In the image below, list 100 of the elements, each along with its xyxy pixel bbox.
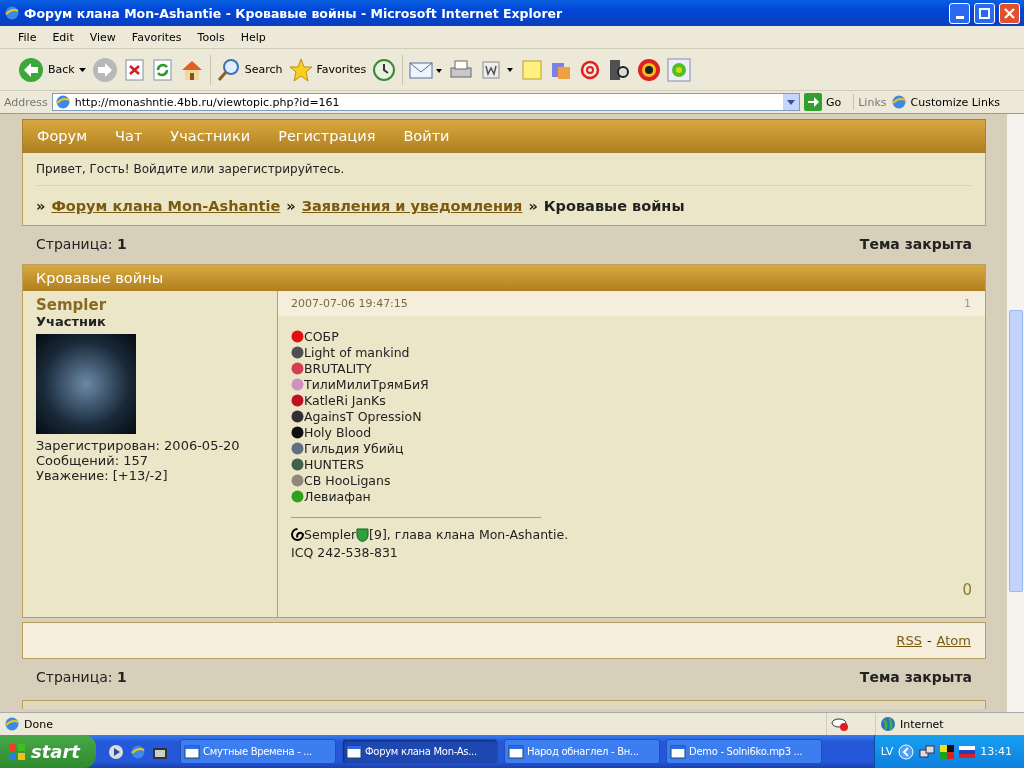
- clan-emblem-icon: [291, 377, 304, 391]
- flag-icon[interactable]: [959, 745, 976, 758]
- clan-name: ТилиМилиТрямБиЯ: [304, 376, 429, 392]
- clan-emblem-icon: [291, 393, 304, 407]
- chevron-icon[interactable]: [898, 743, 915, 760]
- clan-name: AgainsT OpressioN: [304, 408, 422, 424]
- taskbar-button[interactable]: Народ обнаглел - Вн...: [504, 739, 660, 764]
- rss-link[interactable]: RSS: [896, 633, 922, 648]
- breadcrumb-separator: »: [286, 198, 296, 214]
- page-label: Страница:: [36, 669, 114, 685]
- icq-number: ICQ 242-538-831: [291, 545, 399, 560]
- page-number: 1: [116, 236, 127, 252]
- page-icon: [54, 94, 71, 110]
- breadcrumb-separator: »: [528, 198, 538, 214]
- menu-item[interactable]: Favorites: [123, 30, 190, 44]
- maximize-icon: [978, 6, 991, 20]
- breadcrumb-link[interactable]: Форум клана Mon-Ashantie: [51, 198, 281, 214]
- menu-item[interactable]: Help: [232, 30, 274, 44]
- scrollbar-thumb[interactable]: [1009, 310, 1023, 592]
- author-name[interactable]: Sempler: [36, 296, 264, 314]
- post-rating: 0: [962, 581, 972, 599]
- clan-emblem-icon: [291, 441, 304, 455]
- clan-name: СОБР: [304, 328, 339, 344]
- window-title: Форум клана Mon-Ashantie - Кровавые войны - Microsoft Internet Explorer: [24, 5, 564, 21]
- user-stat: Сообщений: 157: [36, 453, 149, 468]
- clan-name: Holy Blood: [304, 424, 372, 440]
- refresh-icon[interactable]: [151, 58, 174, 81]
- window-icon: [346, 743, 362, 760]
- favorites-button[interactable]: Favorites: [288, 57, 367, 82]
- greeting-text: Привет, Гость! Войдите или зарегистрируйтесь.: [36, 153, 972, 186]
- user-stat: Уважение: [+13/-2]: [36, 468, 169, 483]
- printer-icon[interactable]: [449, 58, 474, 81]
- window-icon: [184, 743, 200, 760]
- scrollbar[interactable]: [1007, 114, 1024, 713]
- casino-chip-icon[interactable]: [637, 57, 662, 82]
- go-button[interactable]: Go: [803, 93, 842, 111]
- post-date: 2007-07-06 19:47:15: [291, 297, 408, 310]
- address-field[interactable]: http://monashntie.4bb.ru/viewtopic.php?id=161: [51, 93, 800, 111]
- search-icon: [216, 57, 241, 82]
- stop-icon[interactable]: [123, 58, 146, 81]
- post-number: 1: [964, 297, 971, 310]
- media-player-icon[interactable]: [108, 743, 124, 760]
- user-stat: Зарегистрирован: 2006-05-20: [36, 438, 241, 453]
- taskbar-button[interactable]: Форум клана Mon-As...: [342, 739, 498, 764]
- feed-separator: -: [926, 633, 932, 648]
- clan-name: CB HooLigans: [304, 472, 391, 488]
- start-button[interactable]: start: [0, 735, 96, 768]
- clan-emblem-icon: [291, 457, 304, 471]
- atom-link[interactable]: Atom: [936, 633, 971, 648]
- clan-name: HUNTERS: [304, 456, 365, 472]
- close-button[interactable]: [999, 2, 1020, 24]
- clan-name: Левиафан: [304, 488, 371, 504]
- menu-item[interactable]: View: [81, 30, 124, 44]
- page-number: 1: [116, 669, 127, 685]
- page-icon: [4, 716, 20, 732]
- word-document-icon[interactable]: [479, 58, 516, 81]
- back-button[interactable]: Back: [18, 56, 86, 83]
- clan-emblem-icon: [291, 425, 304, 439]
- menu-item[interactable]: File: [10, 30, 45, 44]
- browser-icon: [4, 5, 20, 21]
- caret-icon: [78, 67, 86, 72]
- security-zone: Internet: [900, 717, 944, 731]
- menu-item[interactable]: Edit: [44, 30, 82, 44]
- history-icon[interactable]: [372, 57, 397, 82]
- signature-text: [9], глава клана Mon-Ashantie.: [369, 527, 569, 542]
- signature-name: Sempler: [304, 527, 357, 542]
- color-squares-icon[interactable]: [940, 744, 955, 759]
- windows-logo-icon: [8, 742, 26, 761]
- page-label: Страница:: [36, 236, 114, 252]
- language-indicator[interactable]: LV: [880, 745, 894, 758]
- clan-name: BRUTALITY: [304, 360, 372, 376]
- user-rank: Участник: [36, 314, 107, 329]
- window-icon: [508, 743, 524, 760]
- clan-emblem-icon: [291, 409, 304, 423]
- page-icon: [890, 94, 907, 110]
- clock: 13:41: [980, 745, 1012, 758]
- clan-name: KatleRi JanKs: [304, 392, 386, 408]
- window-icon: [670, 743, 686, 760]
- dropdown-icon[interactable]: [782, 94, 799, 110]
- taskbar-button[interactable]: Смутные Времена - ...: [180, 739, 336, 764]
- status-text: Done: [24, 717, 53, 731]
- clan-emblem-icon: [291, 345, 304, 359]
- clan-name: Light of mankind: [304, 344, 410, 360]
- network-icon[interactable]: [919, 743, 936, 760]
- maximize-button[interactable]: [974, 2, 995, 24]
- post-title: Кровавые войны: [23, 265, 985, 291]
- breadcrumb-link[interactable]: Заявления и уведомления: [301, 198, 523, 214]
- search-button[interactable]: Search: [216, 57, 283, 82]
- globe-icon: [880, 716, 896, 732]
- clan-emblem-icon: [291, 489, 304, 503]
- breadcrumb-separator: »: [36, 198, 46, 214]
- shield-icon: [356, 527, 370, 542]
- taskbar-button[interactable]: Demo - Solni6ko.mp3 ...: [666, 739, 822, 764]
- menu-item[interactable]: Tools: [189, 30, 233, 44]
- browser-icon[interactable]: [130, 743, 146, 760]
- close-icon: [1003, 6, 1016, 20]
- link-button[interactable]: Customize Links: [890, 94, 1020, 110]
- links-label: Links: [858, 95, 887, 109]
- minimize-button[interactable]: [949, 2, 970, 24]
- star-icon: [288, 57, 313, 82]
